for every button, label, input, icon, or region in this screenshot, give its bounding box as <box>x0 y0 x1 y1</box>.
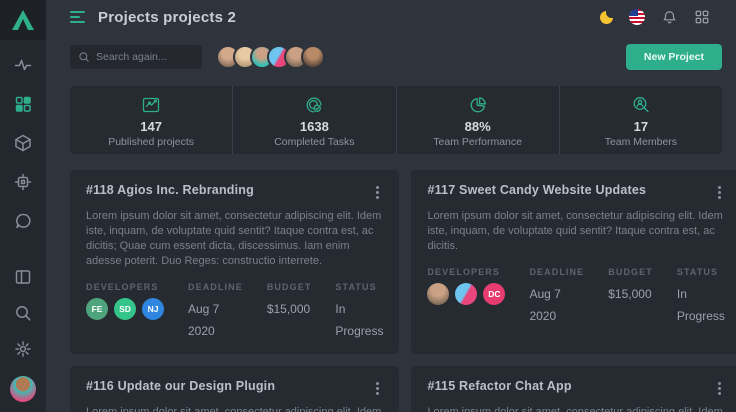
stat-label: Team Performance <box>433 136 522 148</box>
project-meta: DEVELOPERS FE SD NJ DEADLINE Aug 7 2020 BU… <box>86 282 383 342</box>
chat-bubble-icon[interactable] <box>14 212 32 230</box>
kebab-menu-icon[interactable] <box>372 183 383 202</box>
project-title: #117 Sweet Candy Website Updates <box>427 183 646 197</box>
deadline-label: DEADLINE <box>529 267 584 277</box>
project-cards-grid: #118 Agios Inc. Rebranding Lorem ipsum d… <box>70 170 722 412</box>
deadline-label: DEADLINE <box>188 282 243 292</box>
new-project-button[interactable]: New Project <box>626 44 722 70</box>
stat-completed-tasks: 1638 Completed Tasks <box>232 86 395 154</box>
apps-grid-icon[interactable] <box>694 9 710 25</box>
stat-label: Completed Tasks <box>274 136 354 148</box>
developers-label: DEVELOPERS <box>427 267 505 277</box>
topbar: Projects projects 2 <box>46 0 736 34</box>
main-area: Projects projects 2 <box>46 0 736 412</box>
status-label: STATUS <box>335 282 383 292</box>
search-icon[interactable] <box>14 304 32 322</box>
stat-value: 17 <box>634 119 648 134</box>
cpu-chip-icon[interactable] <box>14 173 32 191</box>
dark-mode-moon-icon[interactable] <box>600 11 613 24</box>
avatar[interactable]: SD <box>114 298 136 320</box>
tasks-target-icon <box>303 95 325 115</box>
stat-team-members: 17 Team Members <box>559 86 722 154</box>
project-title: #116 Update our Design Plugin <box>86 379 275 393</box>
settings-gear-icon[interactable] <box>14 340 32 358</box>
sidebar-bottom-nav <box>10 268 36 412</box>
budget-value: $15,000 <box>608 283 653 305</box>
activity-icon[interactable] <box>14 56 32 74</box>
stats-panel: 147 Published projects 1638 Completed Ta… <box>70 86 722 154</box>
developer-avatars: FE SD NJ <box>86 298 164 320</box>
page-title: Projects projects 2 <box>98 9 236 26</box>
stat-value: 88% <box>465 119 491 134</box>
avatar[interactable]: FE <box>86 298 108 320</box>
project-description: Lorem ipsum dolor sit amet, consectetur … <box>86 405 383 412</box>
sidebar-nav <box>14 56 32 230</box>
menu-hamburger-icon[interactable] <box>70 8 86 26</box>
topbar-icons <box>600 9 710 26</box>
projects-grid-icon[interactable] <box>14 95 32 113</box>
project-description: Lorem ipsum dolor sit amet, consectetur … <box>427 209 724 254</box>
status-label: STATUS <box>677 267 725 277</box>
search-box[interactable] <box>70 45 202 69</box>
stat-label: Published projects <box>108 136 194 148</box>
avatar[interactable] <box>427 283 449 305</box>
pie-chart-icon <box>467 95 489 115</box>
budget-label: BUDGET <box>267 282 312 292</box>
search-user-icon <box>630 95 652 115</box>
project-description: Lorem ipsum dolor sit amet, consectetur … <box>86 209 383 269</box>
stat-team-performance: 88% Team Performance <box>396 86 559 154</box>
kebab-menu-icon[interactable] <box>714 379 725 398</box>
developer-avatars: DC <box>427 283 505 305</box>
search-icon <box>78 51 90 63</box>
notifications-bell-icon[interactable] <box>661 9 678 26</box>
layout-panel-icon[interactable] <box>14 268 32 286</box>
avatar[interactable]: NJ <box>142 298 164 320</box>
stat-value: 147 <box>140 119 162 134</box>
budget-value: $15,000 <box>267 298 312 320</box>
sidebar <box>0 0 46 412</box>
triangle-logo-icon <box>11 9 35 31</box>
toolbar: New Project <box>46 34 736 70</box>
project-title: #115 Refactor Chat App <box>427 379 571 393</box>
project-description: Lorem ipsum dolor sit amet, consectetur … <box>427 405 724 412</box>
search-input[interactable] <box>96 51 194 63</box>
project-meta: DEVELOPERS DC DEADLINE Aug 7 2020 BUDGET… <box>427 267 724 327</box>
avatar[interactable]: DC <box>483 283 505 305</box>
stat-value: 1638 <box>300 119 329 134</box>
project-card: #116 Update our Design Plugin Lorem ipsu… <box>70 366 399 412</box>
avatar[interactable] <box>301 45 325 69</box>
user-profile-avatar[interactable] <box>10 376 36 402</box>
app-logo[interactable] <box>0 0 46 40</box>
package-box-icon[interactable] <box>14 134 32 152</box>
stat-published-projects: 147 Published projects <box>70 86 232 154</box>
status-value: In Progress <box>677 283 725 327</box>
deadline-value: Aug 7 2020 <box>188 298 243 342</box>
project-card: #118 Agios Inc. Rebranding Lorem ipsum d… <box>70 170 399 354</box>
deadline-value: Aug 7 2020 <box>529 283 584 327</box>
avatar[interactable] <box>455 283 477 305</box>
project-title: #118 Agios Inc. Rebranding <box>86 183 254 197</box>
kebab-menu-icon[interactable] <box>372 379 383 398</box>
team-avatar-stack <box>216 45 325 69</box>
language-flag-icon[interactable] <box>629 9 645 25</box>
kebab-menu-icon[interactable] <box>714 183 725 202</box>
line-chart-icon <box>140 95 162 115</box>
budget-label: BUDGET <box>608 267 653 277</box>
project-card: #117 Sweet Candy Website Updates Lorem i… <box>411 170 736 354</box>
developers-label: DEVELOPERS <box>86 282 164 292</box>
project-card: #115 Refactor Chat App Lorem ipsum dolor… <box>411 366 736 412</box>
status-value: In Progress <box>335 298 383 342</box>
stat-label: Team Members <box>605 136 677 148</box>
